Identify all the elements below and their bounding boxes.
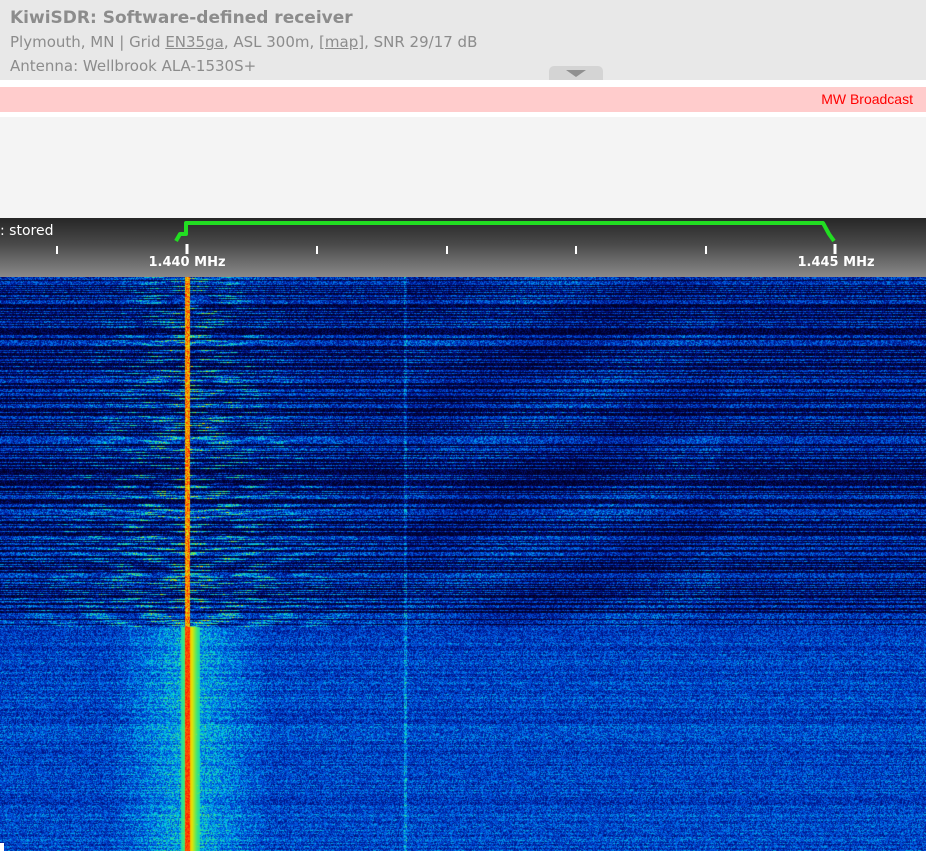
frequency-scale[interactable]: : stored 1.440 MHz 1.445 MHz [0, 218, 926, 277]
receiver-info-panel: KiwiSDR: Software-defined receiver Plymo… [0, 0, 926, 80]
waterfall-corner-mark [0, 843, 4, 851]
band-label[interactable]: MW Broadcast [821, 91, 913, 107]
antenna-line: Antenna: Wellbrook ALA-1530S+ [10, 57, 257, 75]
freq-label-1445: 1.445 MHz [797, 255, 875, 270]
divider [0, 80, 926, 87]
spectrum-panel [0, 117, 926, 218]
grid-link[interactable]: EN35ga [165, 33, 224, 51]
freq-label-1440: 1.440 MHz [148, 255, 226, 270]
map-link[interactable]: [map] [319, 33, 364, 51]
passband-indicator[interactable] [174, 221, 836, 243]
asl-text: , ASL 300m, [223, 33, 320, 51]
snr-text: , SNR 29/17 dB [364, 33, 478, 51]
waterfall-display[interactable] [0, 277, 926, 851]
location-line: Plymouth, MN | Grid EN35ga, ASL 300m, [m… [10, 30, 926, 54]
location-text: Plymouth, MN | Grid [10, 33, 166, 51]
scale-ticks [56, 244, 837, 254]
band-bar[interactable]: MW Broadcast [0, 87, 926, 112]
chevron-down-icon [566, 70, 586, 77]
collapse-panel-button[interactable] [549, 66, 603, 80]
page-title: KiwiSDR: Software-defined receiver [10, 8, 353, 28]
